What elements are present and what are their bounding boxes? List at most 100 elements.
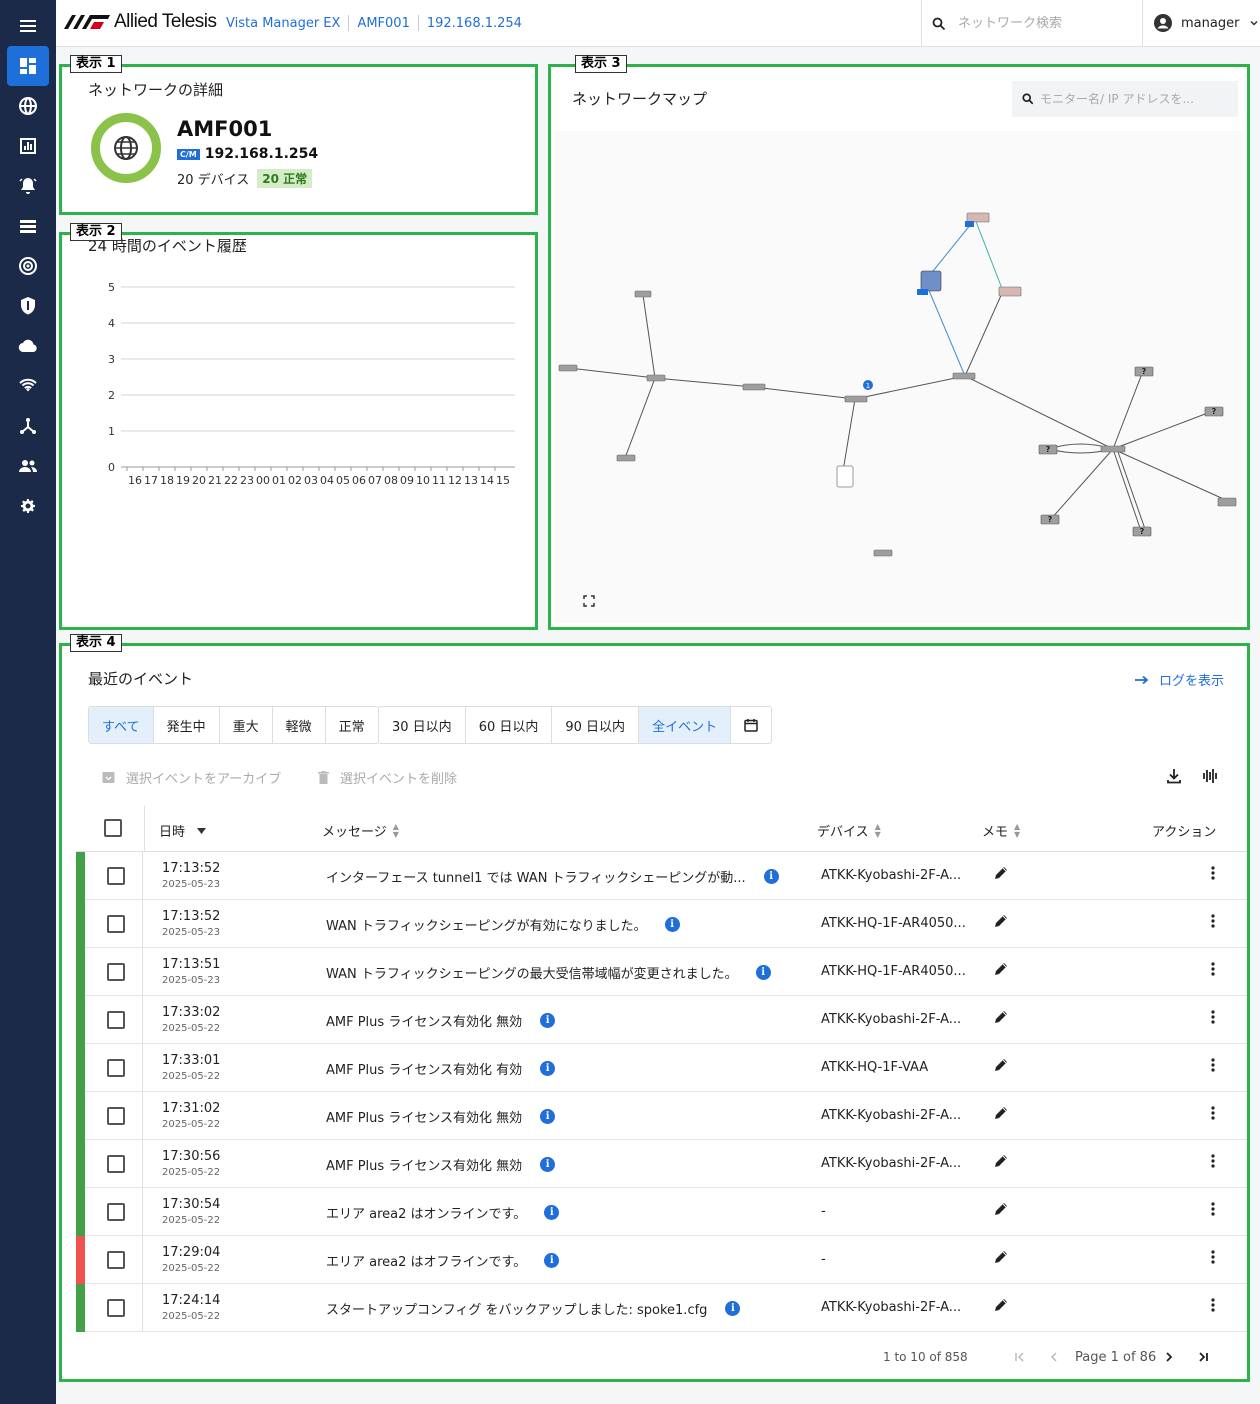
edit-memo-icon[interactable] xyxy=(993,1297,1009,1313)
more-options-icon[interactable] xyxy=(1205,1105,1221,1121)
table-row[interactable]: 17:13:51 2025-05-23 WAN トラフィックシェーピングの最大受信帯… xyxy=(76,948,1248,996)
filter-60-days[interactable]: 60 日以内 xyxy=(466,707,553,743)
download-icon[interactable] xyxy=(1166,768,1182,784)
brand-logo[interactable]: Allied Telesis xyxy=(64,10,217,34)
table-row[interactable]: 17:13:52 2025-05-23 WAN トラフィックシェーピングが有効になり… xyxy=(76,900,1248,948)
more-options-icon[interactable] xyxy=(1205,961,1221,977)
chart-icon[interactable] xyxy=(7,126,49,166)
menu-icon[interactable] xyxy=(7,6,49,46)
archive-button[interactable]: 選択イベントをアーカイブ xyxy=(102,768,281,787)
network-search-input[interactable] xyxy=(958,16,1118,31)
dashboard-icon[interactable] xyxy=(7,46,49,86)
table-row[interactable]: 17:24:14 2025-05-22 スタートアップコンフィグ をバックアップしま… xyxy=(76,1284,1248,1332)
filter-critical[interactable]: 重大 xyxy=(220,707,273,743)
fullscreen-icon[interactable] xyxy=(583,595,595,607)
row-checkbox[interactable] xyxy=(107,1107,125,1125)
table-row[interactable]: 17:33:01 2025-05-22 AMF Plus ライセンス有効化 有効 i A… xyxy=(76,1044,1248,1092)
globe-icon[interactable] xyxy=(7,86,49,126)
breadcrumb-network[interactable]: AMF001 xyxy=(357,16,409,31)
row-checkbox[interactable] xyxy=(107,1203,125,1221)
info-icon[interactable]: i xyxy=(664,917,680,932)
column-memo[interactable]: メモ ▲ ▼ xyxy=(982,821,1020,840)
table-row[interactable]: 17:13:52 2025-05-23 インターフェース tunnel1 では WA… xyxy=(76,852,1248,900)
table-row[interactable]: 17:31:02 2025-05-22 AMF Plus ライセンス有効化 無効 i A… xyxy=(76,1092,1248,1140)
more-options-icon[interactable] xyxy=(1205,1297,1221,1313)
cloud-icon[interactable] xyxy=(7,326,49,366)
column-settings-icon[interactable] xyxy=(1202,768,1218,784)
info-icon[interactable]: i xyxy=(540,1013,556,1028)
map-search-input[interactable] xyxy=(1040,92,1220,106)
row-checkbox[interactable] xyxy=(107,1155,125,1173)
sort-desc-icon xyxy=(197,827,207,834)
select-all-checkbox[interactable] xyxy=(104,819,122,837)
breadcrumb-ip[interactable]: 192.168.1.254 xyxy=(427,16,522,31)
table-row[interactable]: 17:30:56 2025-05-22 AMF Plus ライセンス有効化 無効 i A… xyxy=(76,1140,1248,1188)
edit-memo-icon[interactable] xyxy=(993,1057,1009,1073)
more-options-icon[interactable] xyxy=(1205,1249,1221,1265)
more-options-icon[interactable] xyxy=(1205,1153,1221,1169)
edit-memo-icon[interactable] xyxy=(993,1105,1009,1121)
date-picker-button[interactable] xyxy=(731,707,771,743)
info-icon[interactable]: i xyxy=(540,1061,556,1076)
info-icon[interactable]: i xyxy=(544,1205,560,1220)
map-canvas[interactable]: 1 ? ? ? ? ? xyxy=(555,131,1243,623)
edit-memo-icon[interactable] xyxy=(993,1153,1009,1169)
edit-memo-icon[interactable] xyxy=(993,913,1009,929)
filter-30-days[interactable]: 30 日以内 xyxy=(379,707,466,743)
table-row[interactable]: 17:30:54 2025-05-22 エリア area2 はオンラインです。 i - xyxy=(76,1188,1248,1236)
user-name: manager xyxy=(1181,15,1240,31)
user-menu[interactable]: manager xyxy=(1153,13,1259,33)
column-device[interactable]: デバイス ▲ ▼ xyxy=(817,821,881,840)
wifi-icon[interactable] xyxy=(7,366,49,406)
info-icon[interactable]: i xyxy=(544,1253,560,1268)
table-row[interactable]: 17:29:04 2025-05-22 エリア area2 はオフラインです。 i - xyxy=(76,1236,1248,1284)
delete-button[interactable]: 選択イベントを削除 xyxy=(318,768,457,787)
row-checkbox[interactable] xyxy=(107,1299,125,1317)
edit-memo-icon[interactable] xyxy=(993,1009,1009,1025)
more-options-icon[interactable] xyxy=(1205,865,1221,881)
list-icon[interactable] xyxy=(7,206,49,246)
filter-normal[interactable]: 正常 xyxy=(326,707,378,743)
more-options-icon[interactable] xyxy=(1205,1201,1221,1217)
more-options-icon[interactable] xyxy=(1205,1009,1221,1025)
device-count-text: 20 デバイス xyxy=(177,173,250,188)
next-page-icon[interactable] xyxy=(1163,1351,1175,1363)
shield-icon[interactable] xyxy=(7,286,49,326)
filter-90-days[interactable]: 90 日以内 xyxy=(552,707,640,743)
edit-memo-icon[interactable] xyxy=(993,1249,1009,1265)
view-log-link[interactable]: ログを表示 xyxy=(1135,670,1224,689)
alarm-icon[interactable] xyxy=(7,166,49,206)
radar-icon[interactable] xyxy=(7,246,49,286)
row-checkbox[interactable] xyxy=(107,1011,125,1029)
network-name[interactable]: AMF001 xyxy=(177,117,272,141)
previous-page-icon[interactable] xyxy=(1048,1351,1060,1363)
info-icon[interactable]: i xyxy=(540,1157,556,1172)
row-checkbox[interactable] xyxy=(107,867,125,885)
filter-all-events[interactable]: 全イベント xyxy=(639,707,732,743)
edit-memo-icon[interactable] xyxy=(993,1201,1009,1217)
edit-memo-icon[interactable] xyxy=(993,961,1009,977)
info-icon[interactable]: i xyxy=(755,965,771,980)
column-datetime[interactable]: 日時 xyxy=(159,821,207,840)
edit-memo-icon[interactable] xyxy=(993,865,1009,881)
info-icon[interactable]: i xyxy=(763,869,779,884)
table-row[interactable]: 17:33:02 2025-05-22 AMF Plus ライセンス有効化 無効 i A… xyxy=(76,996,1248,1044)
breadcrumb-app[interactable]: Vista Manager EX xyxy=(226,16,340,31)
info-icon[interactable]: i xyxy=(540,1109,556,1124)
column-message[interactable]: メッセージ ▲ ▼ xyxy=(322,821,399,840)
topology-icon[interactable] xyxy=(7,406,49,446)
filter-minor[interactable]: 軽微 xyxy=(273,707,326,743)
filter-all[interactable]: すべて xyxy=(89,707,154,743)
gear-icon[interactable] xyxy=(7,486,49,526)
more-options-icon[interactable] xyxy=(1205,1057,1221,1073)
last-page-icon[interactable] xyxy=(1197,1351,1209,1363)
more-options-icon[interactable] xyxy=(1205,913,1221,929)
row-checkbox[interactable] xyxy=(107,915,125,933)
filter-active[interactable]: 発生中 xyxy=(154,707,220,743)
row-checkbox[interactable] xyxy=(107,1059,125,1077)
users-icon[interactable] xyxy=(7,446,49,486)
info-icon[interactable]: i xyxy=(725,1301,741,1316)
row-checkbox[interactable] xyxy=(107,1251,125,1269)
first-page-icon[interactable] xyxy=(1014,1351,1026,1363)
row-checkbox[interactable] xyxy=(107,963,125,981)
